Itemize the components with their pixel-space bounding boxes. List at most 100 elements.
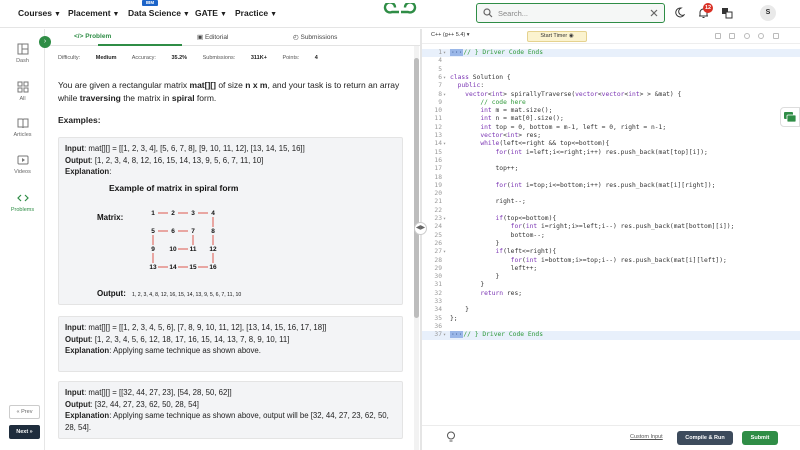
- code-line: 33: [422, 298, 800, 306]
- compile-run-button[interactable]: Compile & Run: [677, 431, 733, 445]
- geeksforgeeks-logo-icon[interactable]: [383, 3, 417, 21]
- matrix-cell: 13: [149, 264, 157, 271]
- nav-data-science-label: Data Science: [128, 8, 181, 18]
- problem-panel: Difficulty: Medium Accuracy: 35.2% Submi…: [46, 46, 411, 450]
- copy-icon[interactable]: [715, 33, 721, 39]
- code-line: 5: [422, 66, 800, 74]
- submissions: Submissions: 311K+: [203, 55, 267, 61]
- code-line: 36: [422, 323, 800, 331]
- problem-scrollbar-thumb[interactable]: [414, 58, 419, 318]
- video-icon: [17, 155, 28, 165]
- next-problem-button[interactable]: Next »: [9, 425, 40, 439]
- sidebar-item-label: All: [19, 96, 26, 102]
- fold-arrow-icon[interactable]: ▾: [443, 331, 446, 339]
- explanation-label: Explanation: [65, 411, 110, 420]
- translate-icon[interactable]: [721, 7, 733, 19]
- nav-practice[interactable]: Practice ▼: [235, 8, 277, 18]
- code-editor[interactable]: 1 ▾ ···// } Driver Code Ends 4 5 6 ▾ class Solu…: [422, 45, 800, 425]
- points-value: 4: [314, 55, 318, 61]
- code-line: 18: [422, 174, 800, 182]
- code-text: }: [450, 273, 500, 281]
- tab-editorial[interactable]: ▣ Editorial: [197, 33, 228, 41]
- expand-sidebar-icon[interactable]: ›: [39, 36, 51, 48]
- language-select[interactable]: C++ (g++ 5.4) ▾: [431, 32, 470, 38]
- close-icon[interactable]: [649, 8, 659, 18]
- nav-placement-label: Placement: [68, 8, 111, 18]
- matrix-cell: 8: [211, 228, 215, 235]
- matrix-cell: 2: [171, 210, 175, 217]
- example-box: Input: mat[][] = [[1, 2, 3, 4], [5, 6, 7…: [58, 137, 403, 305]
- figure-output-value: 1, 2, 3, 4, 8, 12, 16, 15, 14, 13, 9, 5,…: [132, 292, 241, 298]
- matrix-cell: 9: [151, 246, 155, 253]
- code-text: right--;: [450, 198, 526, 206]
- code-line: 6 ▾ class Solution {: [422, 74, 800, 82]
- settings-icon[interactable]: [744, 33, 750, 39]
- sidebar-item-dash[interactable]: Dash: [0, 43, 45, 64]
- avatar[interactable]: S: [760, 5, 776, 21]
- fold-arrow-icon[interactable]: ▾: [443, 91, 446, 99]
- line-number: 5: [438, 65, 442, 73]
- example-box: Input: mat[][] = [[32, 44, 27, 23], [54,…: [58, 381, 403, 439]
- code-text: public:: [457, 82, 485, 90]
- line-number: 4: [438, 57, 442, 65]
- line-number: 1: [438, 49, 442, 56]
- notification-count-badge: 12: [703, 3, 713, 13]
- code-text: vector<int> res;: [480, 132, 542, 139]
- line-number: 34: [434, 306, 442, 314]
- fold-arrow-icon[interactable]: ▾: [443, 215, 446, 223]
- timer-label: Start Timer: [540, 33, 568, 39]
- chevron-down-icon: ▼: [112, 11, 120, 18]
- figure-matrix-label: Matrix:: [97, 213, 123, 222]
- code-line: 15 for(int i=left;i<=right;i++) res.push…: [422, 149, 800, 157]
- difficulty-value: Medium: [95, 55, 117, 61]
- fullscreen-icon[interactable]: [773, 33, 779, 39]
- moon-icon[interactable]: [674, 7, 685, 18]
- nav-gate[interactable]: GATE ▼: [195, 8, 227, 18]
- code-line: 34 }: [422, 306, 800, 314]
- output-value: : [1, 2, 3, 4, 5, 6, 12, 18, 17, 16, 15,…: [90, 334, 290, 344]
- submit-button[interactable]: Submit: [742, 431, 778, 445]
- timer-icon: ◉: [568, 33, 574, 39]
- nav-data-science[interactable]: Data Science ▼: [128, 8, 190, 18]
- line-number: 20: [434, 190, 442, 198]
- example-explanation: Explanation: Applying same technique as …: [65, 345, 396, 357]
- search-bar[interactable]: Search...: [476, 3, 665, 23]
- sidebar-item-videos[interactable]: Videos: [0, 154, 45, 175]
- tab-problem[interactable]: </> Problem: [74, 33, 111, 40]
- fold-arrow-icon[interactable]: ▾: [443, 74, 446, 82]
- line-number: 6: [438, 73, 442, 81]
- chat-button[interactable]: [780, 107, 800, 127]
- fold-arrow-icon[interactable]: ▾: [443, 49, 446, 57]
- sidebar-item-label: Problems: [10, 207, 35, 213]
- language-label: C++ (g++ 5.4): [431, 32, 466, 38]
- expand-icon[interactable]: [729, 33, 735, 39]
- tab-submissions[interactable]: ◴ Submissions: [293, 33, 337, 41]
- custom-input-link[interactable]: Custom Input: [630, 434, 663, 440]
- line-number: 33: [434, 298, 442, 305]
- chevron-down-icon: ▼: [182, 11, 190, 18]
- sidebar-item-problems[interactable]: Problems: [0, 192, 45, 213]
- statement-text: of size: [215, 80, 246, 90]
- explanation-label: Explanation: [65, 167, 110, 176]
- code-line: 19 for(int i=top;i<=bottom;i++) res.push…: [422, 182, 800, 190]
- sidebar-item-all[interactable]: All: [0, 81, 45, 102]
- line-number: 23: [434, 215, 442, 222]
- prev-problem-button[interactable]: « Prev: [9, 405, 40, 419]
- reset-icon[interactable]: [758, 33, 764, 39]
- nav-courses[interactable]: Courses ▼: [18, 8, 61, 18]
- example-input: Input: mat[][] = [[1, 2, 3, 4], [5, 6, 7…: [65, 143, 396, 155]
- example-explanation: Explanation: Applying same technique as …: [65, 410, 396, 433]
- code-line: 31 }: [422, 281, 800, 289]
- sidebar-item-label: Articles: [13, 132, 32, 138]
- line-number: 7: [438, 82, 442, 90]
- fold-arrow-icon[interactable]: ▾: [443, 140, 446, 148]
- start-timer-button[interactable]: Start Timer ◉: [527, 31, 587, 42]
- nav-placement[interactable]: Placement ▼: [68, 8, 119, 18]
- lightbulb-icon[interactable]: [446, 431, 456, 443]
- fold-arrow-icon[interactable]: ▾: [443, 248, 446, 256]
- figure-matrix-cells: 1 2 3 45 6 7 89 10 11 1213 14 15 16: [149, 210, 217, 271]
- line-number: 36: [434, 322, 442, 330]
- sidebar-item-articles[interactable]: Articles: [0, 117, 45, 138]
- resize-handle-icon[interactable]: ◀▶: [414, 222, 427, 235]
- example-output: Output: [1, 2, 3, 4, 8, 12, 16, 15, 14, …: [65, 155, 396, 167]
